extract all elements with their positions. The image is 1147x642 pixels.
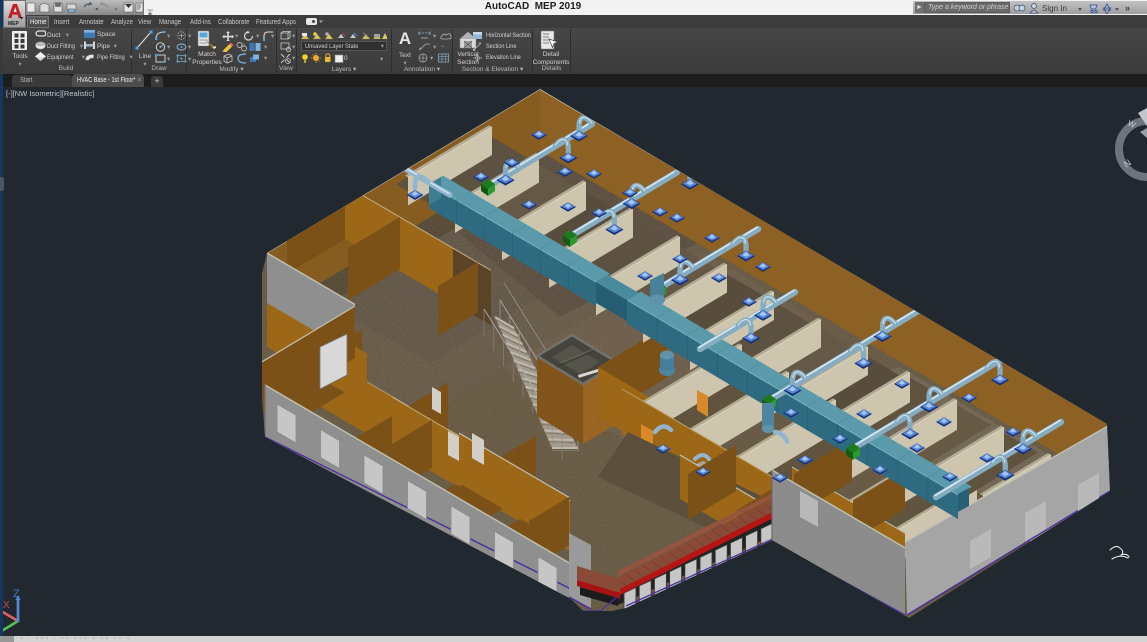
svg-text:O: O (242, 42, 245, 47)
svg-text:MEP: MEP (8, 21, 20, 27)
svg-text:»: » (1125, 3, 1130, 13)
svg-text:Sign In: Sign In (1042, 4, 1067, 13)
svg-text:Z: Z (13, 588, 20, 600)
svg-text:X: X (3, 600, 10, 611)
